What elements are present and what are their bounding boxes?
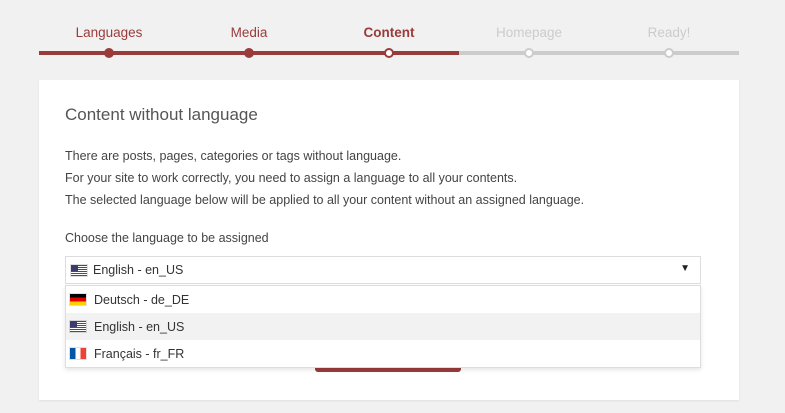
step-dot <box>664 48 674 58</box>
step-media[interactable]: Media <box>179 24 319 58</box>
description-line: The selected language below will be appl… <box>65 193 585 207</box>
step-homepage: Homepage <box>459 24 599 58</box>
setup-progress: Languages Media Content Homepage Ready! <box>0 0 785 70</box>
step-label: Content <box>363 25 415 40</box>
step-dot <box>244 48 254 58</box>
language-dropdown-list: Deutsch - de_DE English - en_US Français… <box>65 285 701 368</box>
continue-button[interactable] <box>315 368 461 372</box>
language-select[interactable]: English - en_US ▼ <box>65 256 701 284</box>
step-ready: Ready! <box>599 24 739 58</box>
description: There are posts, pages, categories or ta… <box>65 145 584 211</box>
step-languages[interactable]: Languages <box>39 24 179 58</box>
language-option-en[interactable]: English - en_US <box>66 313 700 340</box>
de-flag-icon <box>70 294 86 305</box>
progress-track-remaining <box>459 51 739 55</box>
fr-flag-icon <box>70 348 86 359</box>
us-flag-icon <box>70 321 86 332</box>
description-line: There are posts, pages, categories or ta… <box>65 149 402 163</box>
chevron-down-icon[interactable]: ▼ <box>680 263 690 274</box>
step-dot <box>524 48 534 58</box>
language-option-fr[interactable]: Français - fr_FR <box>66 340 700 367</box>
option-label: English - en_US <box>94 319 185 334</box>
step-dot-current <box>384 48 394 58</box>
language-field-label: Choose the language to be assigned <box>65 231 269 245</box>
step-dot <box>104 48 114 58</box>
option-label: Deutsch - de_DE <box>94 292 190 307</box>
step-label: Languages <box>75 25 143 40</box>
card-title: Content without language <box>65 105 258 124</box>
us-flag-icon <box>71 264 87 276</box>
description-line: For your site to work correctly, you nee… <box>65 171 518 185</box>
selected-language: English - en_US <box>93 263 184 277</box>
step-label: Media <box>230 25 268 40</box>
language-option-de[interactable]: Deutsch - de_DE <box>66 286 700 313</box>
step-content: Content <box>319 24 459 58</box>
step-label: Ready! <box>647 25 691 40</box>
option-label: Français - fr_FR <box>94 346 185 361</box>
step-label: Homepage <box>495 25 563 40</box>
